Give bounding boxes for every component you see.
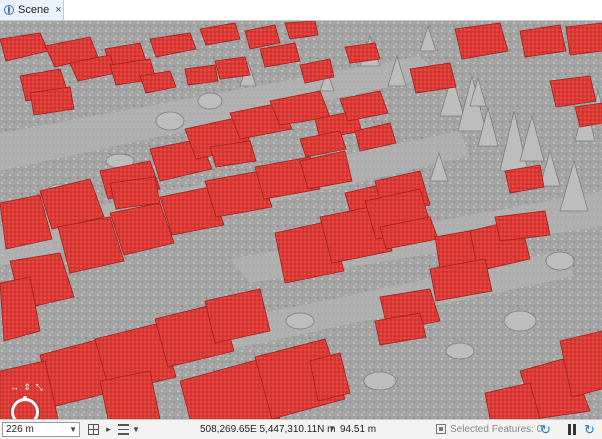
scale-value: 226 m <box>6 424 34 435</box>
chevron-down-icon[interactable]: ▼ <box>328 424 336 433</box>
tab-bar: Scene × <box>0 0 602 21</box>
refresh-icon[interactable]: ↻ <box>584 422 595 438</box>
chevron-down-icon: ▼ <box>69 425 77 434</box>
pause-drawing-icon[interactable] <box>567 424 577 435</box>
table-icon[interactable] <box>118 424 129 435</box>
refresh-selection-icon[interactable]: ↻ <box>540 422 551 438</box>
grid-icon[interactable] <box>88 424 99 435</box>
selected-features-count: Selected Features: 0 <box>450 424 543 435</box>
elevation-readout: 94.51 m <box>340 424 377 435</box>
nav-arrows[interactable]: ↔ ⇕ ⤡ <box>10 382 44 393</box>
coordinate-readout: 508,269.65E 5,447,310.11N m <box>200 424 336 435</box>
chevron-down-icon[interactable]: ▼ <box>132 424 143 435</box>
tab-scene-label: Scene <box>18 4 50 16</box>
navigator-ring-icon[interactable] <box>11 396 39 419</box>
close-icon[interactable]: × <box>55 4 61 16</box>
selection-icon <box>436 424 446 434</box>
point-cloud-render <box>0 21 602 419</box>
globe-icon <box>4 5 14 15</box>
scene-viewport[interactable]: ↔ ⇕ ⤡ ≡ <box>0 21 602 419</box>
tab-scene[interactable]: Scene × <box>0 0 64 20</box>
cursor-icon[interactable]: ▸ <box>103 424 114 435</box>
status-bar: 226 m ▼ ▸ ▼ 508,269.65E 5,447,310.11N m … <box>0 419 602 439</box>
scale-dropdown[interactable]: 226 m ▼ <box>2 422 80 437</box>
